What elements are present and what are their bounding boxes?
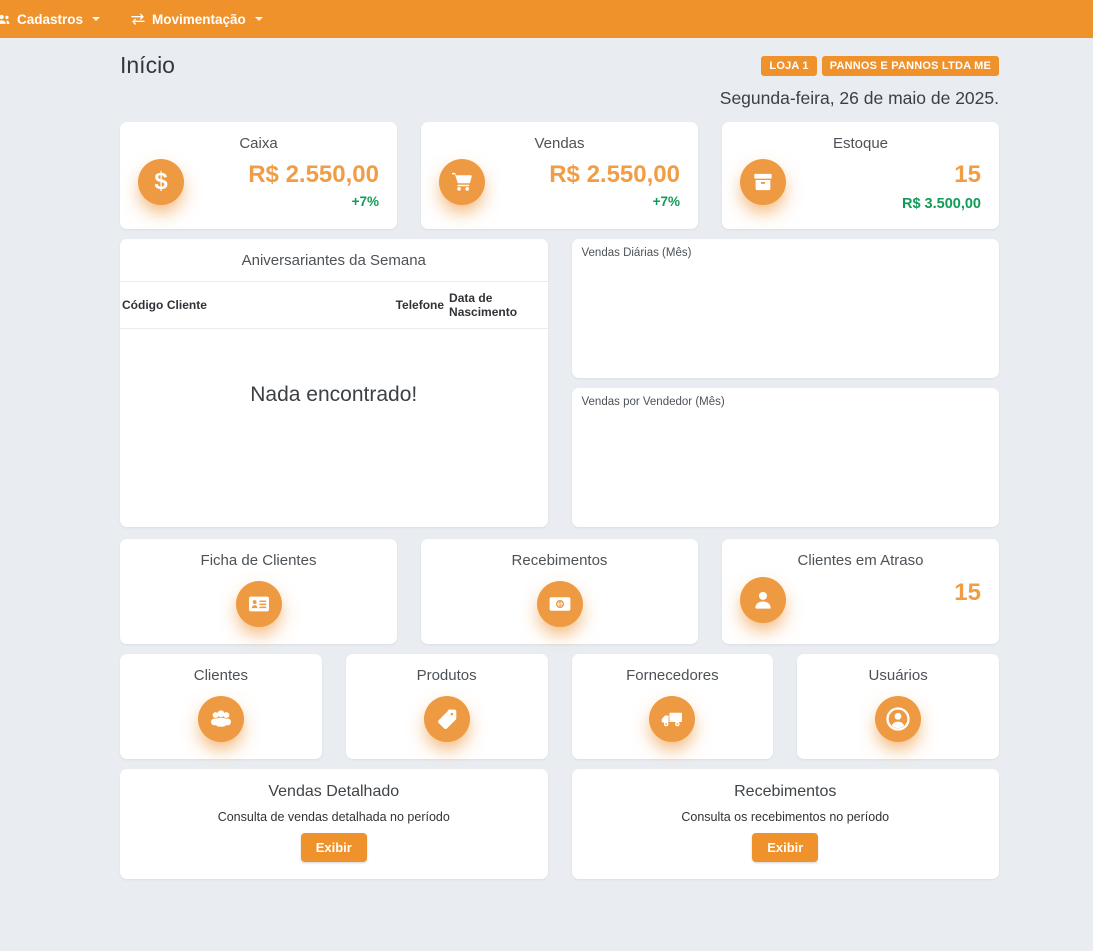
shortcut-title: Clientes em Atraso	[740, 552, 981, 569]
user-icon	[740, 577, 786, 623]
shortcut-clientes-em-atraso[interactable]: Clientes em Atraso 15	[722, 539, 999, 644]
top-navbar: Cadastros Movimentação	[0, 0, 1093, 38]
stat-card-caixa: Caixa $ R$ 2.550,00 +7%	[120, 122, 397, 229]
shortcuts-row-2: Clientes Produtos	[120, 654, 999, 759]
chevron-down-icon	[255, 17, 263, 21]
page-header: Início LOJA 1 PANNOS E PANNOS LTDA ME	[120, 52, 999, 79]
vendas-delta: +7%	[549, 194, 680, 209]
nav-item-label: Movimentação	[152, 12, 246, 27]
report-title: Recebimentos	[572, 783, 1000, 801]
caixa-value: R$ 2.550,00	[248, 162, 379, 187]
charts-column: Vendas Diárias (Mês) Vendas por Vendedor…	[572, 239, 1000, 527]
birthdays-title: Aniversariantes da Semana	[120, 239, 548, 282]
shortcut-usuarios[interactable]: Usuários	[797, 654, 999, 759]
shortcut-fornecedores[interactable]: Fornecedores	[572, 654, 774, 759]
sales-by-seller-chart-panel: Vendas por Vendedor (Mês)	[572, 388, 1000, 527]
id-card-icon	[236, 581, 282, 627]
nav-item-movimentacao[interactable]: Movimentação	[130, 12, 263, 27]
box-icon	[740, 159, 786, 205]
cart-icon	[439, 159, 485, 205]
stat-card-vendas: Vendas R$ 2.550,00 +7%	[421, 122, 698, 229]
stat-card-title: Estoque	[740, 135, 981, 152]
users-icon	[0, 12, 11, 27]
shortcut-clientes[interactable]: Clientes	[120, 654, 322, 759]
exibir-recebimentos-button[interactable]: Exibir	[752, 833, 818, 862]
money-bill-icon: $	[537, 581, 583, 627]
stat-values: R$ 2.550,00 +7%	[248, 162, 379, 209]
dollar-icon: $	[138, 159, 184, 205]
birthdays-table: Código Cliente Telefone Data de Nascimen…	[120, 282, 548, 329]
vendas-value: R$ 2.550,00	[549, 162, 680, 187]
table-header-row: Código Cliente Telefone Data de Nascimen…	[120, 282, 548, 329]
column-header-telefone: Telefone	[394, 282, 447, 329]
recebimentos-panel: Recebimentos Consulta os recebimentos no…	[572, 769, 1000, 879]
report-description: Consulta de vendas detalhada no período	[120, 810, 548, 824]
stat-card-estoque: Estoque 15 R$ 3.500,00	[722, 122, 999, 229]
company-badge: PANNOS E PANNOS LTDA ME	[822, 56, 999, 76]
column-header-codigo: Código	[120, 282, 165, 329]
sales-by-seller-chart-title: Vendas por Vendedor (Mês)	[582, 396, 990, 408]
shortcut-ficha-clientes[interactable]: Ficha de Clientes	[120, 539, 397, 644]
tag-icon	[424, 696, 470, 742]
exibir-vendas-button[interactable]: Exibir	[301, 833, 367, 862]
daily-sales-chart-panel: Vendas Diárias (Mês)	[572, 239, 1000, 378]
nav-item-cadastros[interactable]: Cadastros	[2, 12, 100, 27]
shortcut-recebimentos[interactable]: Recebimentos $	[421, 539, 698, 644]
report-title: Vendas Detalhado	[120, 783, 548, 801]
stat-card-title: Vendas	[439, 135, 680, 152]
truck-icon	[649, 696, 695, 742]
shortcut-title: Clientes	[120, 667, 322, 684]
birthdays-panel: Aniversariantes da Semana Código Cliente…	[120, 239, 548, 527]
main-content: Início LOJA 1 PANNOS E PANNOS LTDA ME Se…	[0, 38, 1093, 879]
caixa-delta: +7%	[248, 194, 379, 209]
report-description: Consulta os recebimentos no período	[572, 810, 1000, 824]
current-date: Segunda-feira, 26 de maio de 2025.	[120, 88, 999, 109]
nav-item-label: Cadastros	[17, 12, 83, 27]
stat-cards-row: Caixa $ R$ 2.550,00 +7% Vendas R$ 2.550,	[120, 122, 999, 229]
shortcuts-row-1: Ficha de Clientes Recebimentos $	[120, 539, 999, 644]
daily-sales-chart-title: Vendas Diárias (Mês)	[582, 247, 990, 259]
stat-values: R$ 2.550,00 +7%	[549, 162, 680, 209]
column-header-cliente: Cliente	[165, 282, 394, 329]
chevron-down-icon	[92, 17, 100, 21]
middle-row: Aniversariantes da Semana Código Cliente…	[120, 239, 999, 527]
stat-values: 15 R$ 3.500,00	[902, 162, 981, 212]
exchange-icon	[130, 12, 146, 26]
shortcut-title: Ficha de Clientes	[120, 552, 397, 569]
shortcut-title: Recebimentos	[421, 552, 698, 569]
stat-card-title: Caixa	[138, 135, 379, 152]
users-group-icon	[198, 696, 244, 742]
reports-row: Vendas Detalhado Consulta de vendas deta…	[120, 769, 999, 879]
column-header-nascimento: Data de Nascimento	[447, 282, 547, 329]
estoque-count: 15	[902, 162, 981, 187]
shortcut-title: Produtos	[346, 667, 548, 684]
shortcut-produtos[interactable]: Produtos	[346, 654, 548, 759]
page-title: Início	[120, 52, 175, 79]
store-badge: LOJA 1	[761, 56, 816, 76]
empty-state-message: Nada encontrado!	[120, 329, 548, 407]
vendas-detalhado-panel: Vendas Detalhado Consulta de vendas deta…	[120, 769, 548, 879]
shortcut-title: Fornecedores	[572, 667, 774, 684]
store-badges: LOJA 1 PANNOS E PANNOS LTDA ME	[761, 56, 999, 76]
estoque-value: R$ 3.500,00	[902, 196, 981, 212]
clientes-atraso-count: 15	[954, 579, 981, 607]
user-circle-icon	[875, 696, 921, 742]
shortcut-title: Usuários	[797, 667, 999, 684]
